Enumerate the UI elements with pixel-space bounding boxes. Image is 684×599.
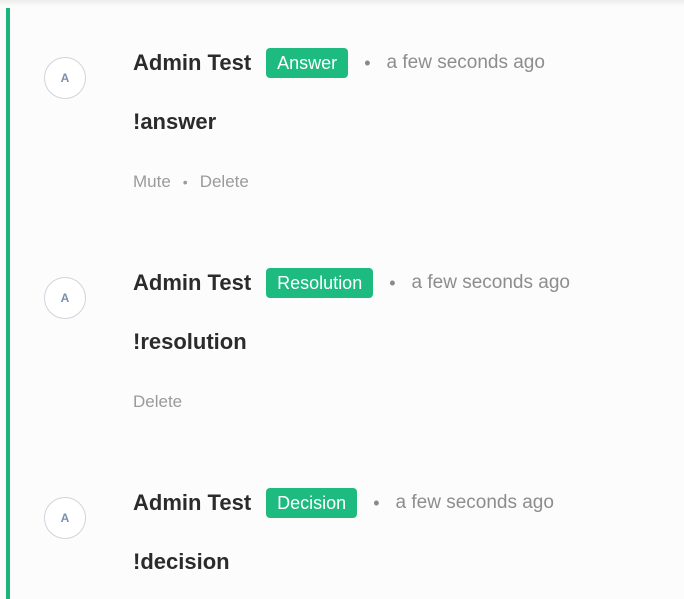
meta-separator: • [373,492,380,513]
meta-separator: • [389,272,396,293]
author-name[interactable]: Admin Test [133,270,251,296]
tag-badge-resolution: Resolution [266,268,374,298]
comment-body: !answer [133,109,217,134]
comment-thread: A Admin Test Answer • a few seconds ago … [0,0,684,599]
mute-link[interactable]: Mute [133,172,171,192]
avatar[interactable]: A [44,57,86,99]
tag-badge-decision: Decision [266,488,358,518]
avatar[interactable]: A [44,497,86,539]
comment-header: Admin Test Answer • a few seconds ago [133,48,545,78]
avatar[interactable]: A [44,277,86,319]
meta-separator: • [364,52,371,73]
thread-accent-line [6,8,10,599]
timestamp: a few seconds ago [386,52,545,73]
delete-link[interactable]: Delete [200,172,249,192]
comment-header: Admin Test Resolution • a few seconds ag… [133,268,570,298]
author-name[interactable]: Admin Test [133,490,251,516]
timestamp: a few seconds ago [395,492,554,513]
comment-header: Admin Test Decision • a few seconds ago [133,488,554,518]
avatar-letter: A [60,291,70,305]
author-name[interactable]: Admin Test [133,50,251,76]
timestamp: a few seconds ago [411,272,570,293]
comment-body: !decision [133,549,230,574]
action-separator: • [182,174,188,190]
avatar-letter: A [60,511,70,525]
comment-body: !resolution [133,329,247,354]
avatar-letter: A [60,71,70,85]
tag-badge-answer: Answer [266,48,349,78]
comment-actions: Delete [133,392,182,412]
top-shadow [0,0,684,6]
delete-link[interactable]: Delete [133,392,182,412]
comment-actions: Mute • Delete [133,172,249,192]
